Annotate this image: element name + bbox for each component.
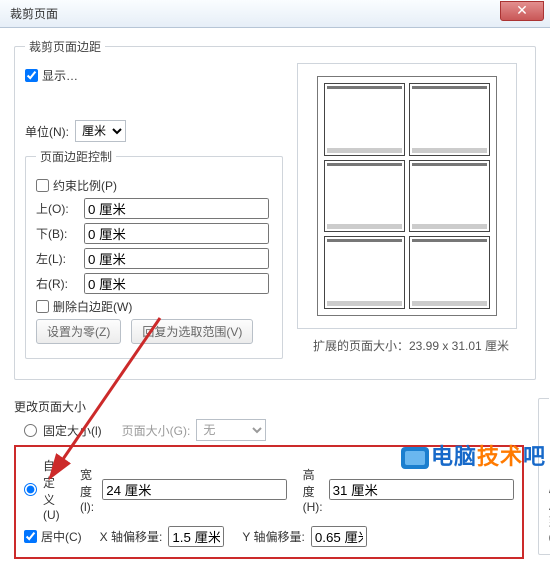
- margins-group: 页面边距控制 约束比例(P) 上(O): 下(B):: [25, 148, 283, 359]
- pagesize-label: 页面大小(G):: [122, 422, 191, 439]
- window-close-button[interactable]: ✕: [500, 1, 544, 21]
- show-checkbox-label: 显示…: [42, 67, 78, 84]
- center-checkbox-input[interactable]: [24, 530, 37, 543]
- crop-margins-legend: 裁剪页面边距: [25, 38, 105, 55]
- xoffset-label: X 轴偏移量:: [100, 528, 163, 545]
- preview-caption: 扩展的页面大小：23.99 x 31.01 厘米: [297, 337, 525, 354]
- margin-top-label: 上(O):: [36, 200, 78, 217]
- margin-bottom-input[interactable]: [84, 223, 269, 244]
- revert-selection-button[interactable]: 回复为选取范围(V): [131, 319, 253, 344]
- watermark-icon: [401, 447, 429, 469]
- fixed-size-radio[interactable]: [24, 424, 37, 437]
- fixed-size-label: 固定大小(l): [43, 422, 102, 439]
- margin-top-input[interactable]: [84, 198, 269, 219]
- width-label: 宽度(l):: [80, 466, 96, 514]
- margin-right-input[interactable]: [84, 273, 269, 294]
- units-select[interactable]: 厘米: [75, 120, 126, 142]
- custom-size-label: 自定义(U): [43, 457, 65, 522]
- set-zero-button[interactable]: 设置为零(Z): [36, 319, 121, 344]
- show-checkbox[interactable]: 显示…: [25, 67, 78, 84]
- yoffset-input[interactable]: [311, 526, 367, 547]
- smudged-area: [25, 88, 283, 116]
- remove-white-label: 删除白边距(W): [53, 298, 132, 315]
- constrain-checkbox-input[interactable]: [36, 179, 49, 192]
- preview-page: [317, 76, 497, 316]
- margin-left-input[interactable]: [84, 248, 269, 269]
- page-preview: [297, 63, 517, 329]
- units-label: 单位(N):: [25, 123, 69, 140]
- site-watermark: 电脑技术吧: [401, 439, 546, 471]
- height-input[interactable]: [329, 479, 514, 500]
- preview-thumb: [324, 236, 405, 309]
- show-checkbox-input[interactable]: [25, 69, 38, 82]
- remove-white-input[interactable]: [36, 300, 49, 313]
- window-title: 裁剪页面: [10, 5, 58, 22]
- margin-right-label: 右(R):: [36, 275, 78, 292]
- crop-margins-group: 裁剪页面边距 显示… 单位(N): 厘米: [14, 38, 536, 380]
- pagesize-select[interactable]: 无: [196, 419, 266, 441]
- preview-thumb: [409, 236, 490, 309]
- custom-size-radio[interactable]: [24, 483, 37, 496]
- resize-section-title: 更改页面大小: [14, 398, 524, 415]
- remove-white-checkbox[interactable]: 删除白边距(W): [36, 298, 132, 315]
- preview-thumb: [324, 160, 405, 233]
- width-input[interactable]: [102, 479, 287, 500]
- yoffset-label: Y 轴偏移量:: [242, 528, 304, 545]
- constrain-label: 约束比例(P): [53, 177, 117, 194]
- margins-legend: 页面边距控制: [36, 148, 116, 165]
- height-label: 高度(H):: [303, 466, 323, 514]
- preview-thumb: [409, 160, 490, 233]
- center-checkbox[interactable]: 居中(C): [24, 528, 82, 545]
- preview-thumb: [409, 83, 490, 156]
- page-range-group: 页面范围 所有页面(A) 从(F): 应用到(Y): 偶数和奇数页: [538, 390, 550, 555]
- center-label: 居中(C): [41, 528, 82, 545]
- title-bar: 裁剪页面 ✕: [0, 0, 550, 28]
- margin-bottom-label: 下(B):: [36, 225, 78, 242]
- constrain-checkbox[interactable]: 约束比例(P): [36, 177, 117, 194]
- margin-left-label: 左(L):: [36, 250, 78, 267]
- close-icon: ✕: [516, 2, 528, 19]
- preview-thumb: [324, 83, 405, 156]
- xoffset-input[interactable]: [168, 526, 224, 547]
